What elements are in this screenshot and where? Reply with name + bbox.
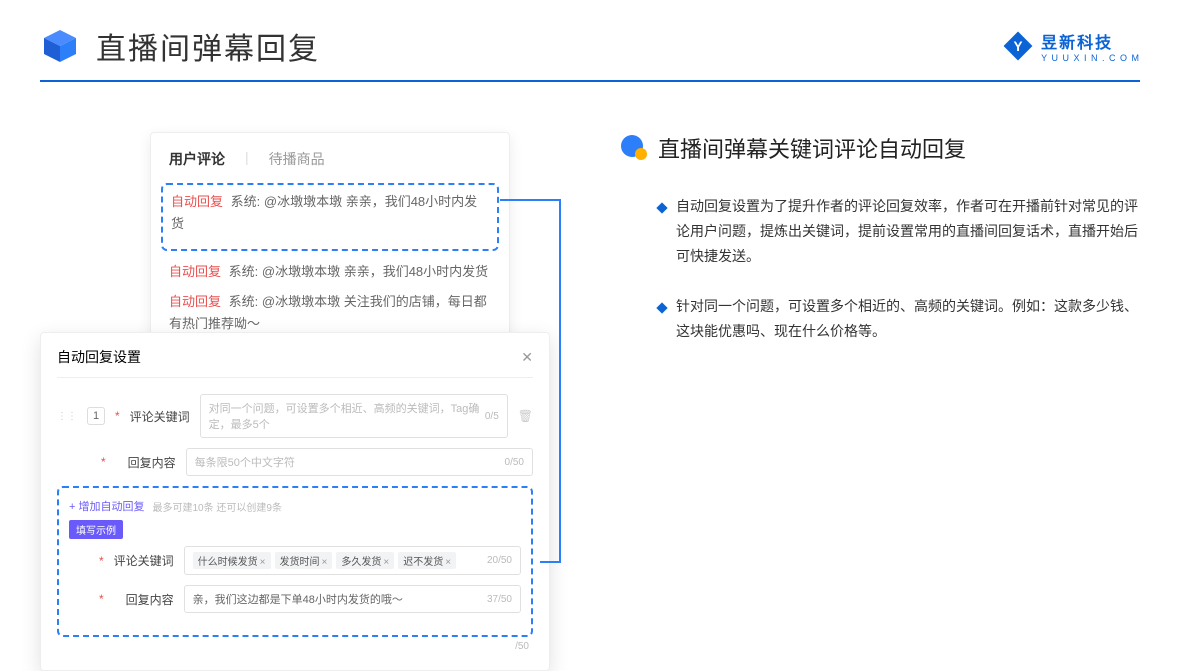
settings-title: 自动回复设置 xyxy=(57,347,141,367)
diamond-bullet-icon xyxy=(656,302,667,313)
header-left: 直播间弹幕回复 xyxy=(40,24,320,68)
example-keyword-label: 评论关键词 xyxy=(114,552,174,569)
reply-input[interactable]: 每条限50个中文字符 0/50 xyxy=(186,448,533,476)
list-item: 自动回复设置为了提升作者的评论回复效率，作者可在开播前针对常见的评论用户问题，提… xyxy=(620,194,1140,270)
page-header: 直播间弹幕回复 Y 昱新科技 Y U U X I N . C O M xyxy=(0,0,1180,80)
auto-reply-settings-panel: 自动回复设置 ✕ ⋮⋮ 1 * 评论关键词 对同一个问题，可设置多个相近、高频的… xyxy=(40,332,550,671)
comment-tabs: 用户评论 | 待播商品 xyxy=(169,149,491,169)
example-keyword-row: * 评论关键词 什么时候发货× 发货时间× 多久发货× 迟不发货× 20/50 xyxy=(69,546,521,575)
example-reply-label: 回复内容 xyxy=(114,591,174,608)
chat-bubble-icon xyxy=(620,134,648,162)
auto-reply-tag: 自动回复 xyxy=(171,194,223,209)
add-auto-reply-link[interactable]: + 增加自动回复 xyxy=(69,498,144,514)
comment-text: @冰墩墩本墩 亲亲，我们48小时内发货 xyxy=(262,264,488,279)
keyword-counter: 0/5 xyxy=(485,411,499,422)
keyword-row: ⋮⋮ 1 * 评论关键词 对同一个问题，可设置多个相近、高频的关键词，Tag确定… xyxy=(57,394,533,438)
section-heading-text: 直播间弹幕关键词评论自动回复 xyxy=(658,132,966,164)
example-reply-input[interactable]: 亲，我们这边都是下单48小时内发货的哦～ 37/50 xyxy=(184,585,521,613)
auto-reply-tag: 自动回复 xyxy=(169,294,221,309)
bullet-text: 自动回复设置为了提升作者的评论回复效率，作者可在开播前针对常见的评论用户问题，提… xyxy=(676,194,1140,270)
example-tag-list: 什么时候发货× 发货时间× 多久发货× 迟不发货× xyxy=(193,552,456,569)
required-star: * xyxy=(99,592,104,606)
add-hint: 最多可建10条 还可以创建9条 xyxy=(152,499,281,514)
required-star: * xyxy=(101,455,106,469)
reply-placeholder: 每条限50个中文字符 xyxy=(195,454,295,470)
required-star: * xyxy=(115,409,120,423)
keyword-label: 评论关键词 xyxy=(130,408,190,425)
left-column: 用户评论 | 待播商品 自动回复 系统: @冰墩墩本墩 亲亲，我们48小时内发货… xyxy=(40,132,560,368)
reply-label: 回复内容 xyxy=(116,454,176,471)
bullet-list: 自动回复设置为了提升作者的评论回复效率，作者可在开播前针对常见的评论用户问题，提… xyxy=(620,194,1140,344)
page-title: 直播间弹幕回复 xyxy=(96,24,320,68)
example-highlight-box: + 增加自动回复 最多可建10条 还可以创建9条 填写示例 * 评论关键词 什么… xyxy=(57,486,533,637)
brand-name: 昱新科技 xyxy=(1041,29,1140,53)
content-area: 用户评论 | 待播商品 自动回复 系统: @冰墩墩本墩 亲亲，我们48小时内发货… xyxy=(0,82,1180,388)
section-heading: 直播间弹幕关键词评论自动回复 xyxy=(620,132,1140,164)
brand-mark-icon: Y xyxy=(1001,29,1035,63)
keyword-placeholder: 对同一个问题，可设置多个相近、高频的关键词，Tag确定，最多5个 xyxy=(209,400,485,432)
connector-line xyxy=(500,192,570,572)
required-star: * xyxy=(99,554,104,568)
brand-url: Y U U X I N . C O M xyxy=(1041,53,1140,63)
row-index-badge: 1 xyxy=(87,407,105,425)
comment-row: 自动回复 系统: @冰墩墩本墩 亲亲，我们48小时内发货 xyxy=(169,261,491,283)
comment-row: 自动回复 系统: @冰墩墩本墩 亲亲，我们48小时内发货 xyxy=(171,191,489,235)
tab-user-comments[interactable]: 用户评论 xyxy=(169,149,225,169)
diamond-bullet-icon xyxy=(656,202,667,213)
keyword-input[interactable]: 对同一个问题，可设置多个相近、高频的关键词，Tag确定，最多5个 0/5 xyxy=(200,394,508,438)
tab-pending-products[interactable]: 待播商品 xyxy=(269,149,325,169)
bullet-text: 针对同一个问题，可设置多个相近的、高频的关键词。例如：这款多少钱、这块能优惠吗、… xyxy=(676,294,1140,344)
example-reply-row: * 回复内容 亲，我们这边都是下单48小时内发货的哦～ 37/50 xyxy=(69,585,521,613)
example-keyword-input[interactable]: 什么时候发货× 发货时间× 多久发货× 迟不发货× 20/50 xyxy=(184,546,521,575)
reply-row: * 回复内容 每条限50个中文字符 0/50 xyxy=(57,448,533,476)
example-tag-item[interactable]: 什么时候发货× xyxy=(193,552,271,569)
example-reply-counter: 37/50 xyxy=(487,594,512,605)
drag-handle-icon[interactable]: ⋮⋮ xyxy=(57,411,77,422)
example-tag-item[interactable]: 迟不发货× xyxy=(398,552,456,569)
comment-row: 自动回复 系统: @冰墩墩本墩 关注我们的店铺，每日都有热门推荐呦～ xyxy=(169,291,491,335)
right-column: 直播间弹幕关键词评论自动回复 自动回复设置为了提升作者的评论回复效率，作者可在开… xyxy=(620,132,1140,368)
system-label: 系统: xyxy=(231,194,261,209)
example-badge: 填写示例 xyxy=(69,520,123,539)
cube-icon xyxy=(40,26,80,66)
trailing-counter: /50 xyxy=(57,641,533,652)
brand-logo: Y 昱新科技 Y U U X I N . C O M xyxy=(1001,29,1140,63)
auto-reply-tag: 自动回复 xyxy=(169,264,221,279)
example-tag-item[interactable]: 多久发货× xyxy=(336,552,394,569)
svg-text:Y: Y xyxy=(1014,39,1023,54)
example-reply-value: 亲，我们这边都是下单48小时内发货的哦～ xyxy=(193,591,403,607)
list-item: 针对同一个问题，可设置多个相近的、高频的关键词。例如：这款多少钱、这块能优惠吗、… xyxy=(620,294,1140,344)
settings-header: 自动回复设置 ✕ xyxy=(57,347,533,378)
tab-divider: | xyxy=(245,149,249,169)
system-label: 系统: xyxy=(229,294,259,309)
example-tag-item[interactable]: 发货时间× xyxy=(275,552,333,569)
highlighted-comment: 自动回复 系统: @冰墩墩本墩 亲亲，我们48小时内发货 xyxy=(161,183,499,251)
system-label: 系统: xyxy=(229,264,259,279)
